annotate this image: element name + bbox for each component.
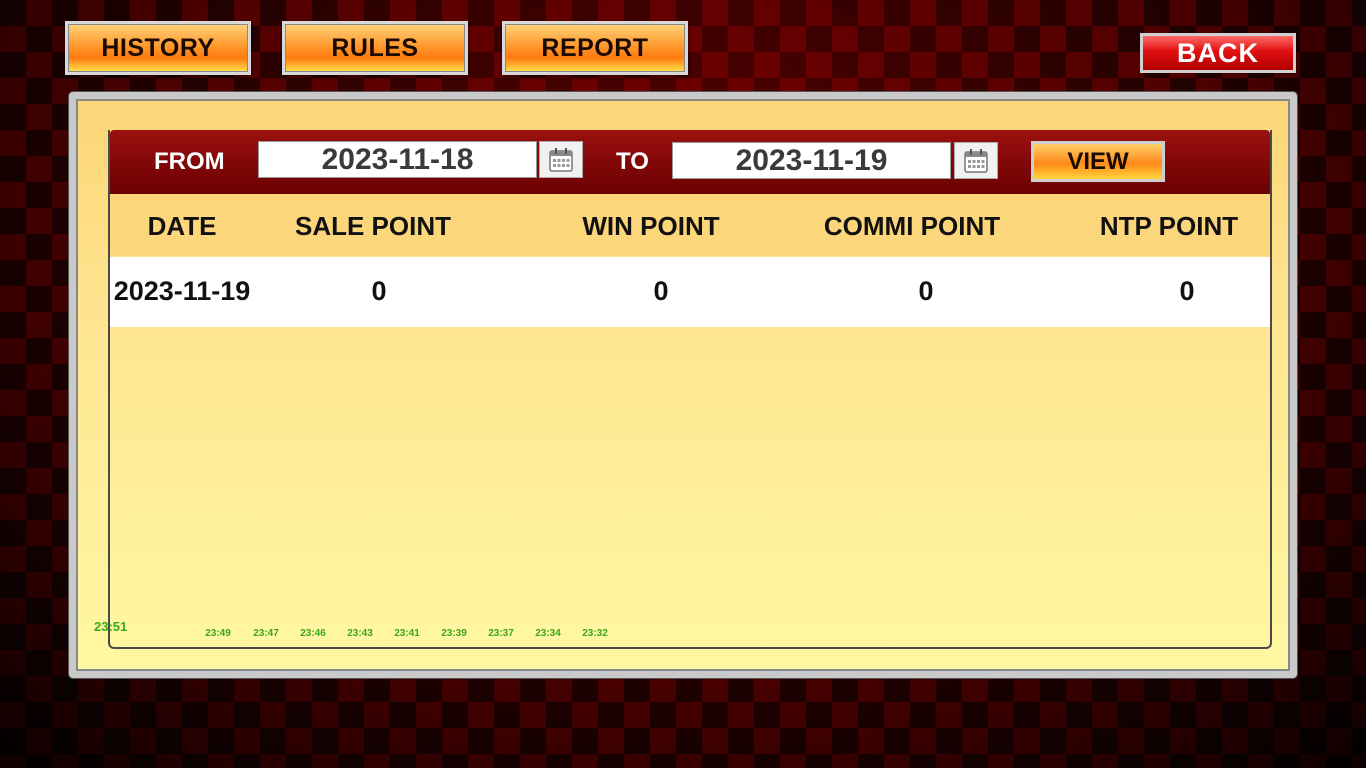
- time-tick: 23:39: [441, 628, 467, 639]
- time-tick: 23:46: [300, 628, 326, 639]
- view-button[interactable]: VIEW: [1031, 141, 1165, 182]
- date-filter-bar: FROM 2023-11-18 TO 2023-11-19 VIEW: [110, 130, 1270, 194]
- header-ntp-point: NTP POINT: [1099, 211, 1239, 241]
- time-tick: 23:43: [347, 628, 373, 639]
- table-row: 2023-11-19 0 0 0 0: [110, 257, 1270, 327]
- to-date-field[interactable]: 2023-11-19: [672, 142, 951, 179]
- cell-date: 2023-11-19: [113, 276, 251, 306]
- to-label: TO: [616, 148, 649, 175]
- header-date: DATE: [147, 211, 217, 241]
- to-calendar-icon[interactable]: [954, 142, 998, 179]
- rules-button[interactable]: RULES: [282, 21, 468, 75]
- cell-sale-point: 0: [371, 276, 387, 306]
- time-tick: 23:41: [394, 628, 420, 639]
- header-sale-point: SALE POINT: [294, 211, 452, 241]
- report-button[interactable]: REPORT: [502, 21, 688, 75]
- table-header: DATE SALE POINT WIN POINT COMMI POINT NT…: [110, 194, 1270, 256]
- time-tick: 23:47: [253, 628, 279, 639]
- cell-commi-point: 0: [918, 276, 934, 306]
- report-table-container: FROM 2023-11-18 TO 2023-11-19 VIEW DATE …: [108, 130, 1272, 649]
- current-time-label: 23:51: [94, 619, 128, 634]
- from-calendar-icon[interactable]: [539, 141, 583, 178]
- time-tick: 23:32: [582, 628, 608, 639]
- report-panel: FROM 2023-11-18 TO 2023-11-19 VIEW DATE …: [69, 92, 1297, 678]
- header-win-point: WIN POINT: [582, 211, 720, 241]
- history-button[interactable]: HISTORY: [65, 21, 251, 75]
- back-button[interactable]: BACK: [1140, 33, 1296, 73]
- header-commi-point: COMMI POINT: [823, 211, 1001, 241]
- from-date-field[interactable]: 2023-11-18: [258, 141, 537, 178]
- cell-ntp-point: 0: [1179, 276, 1195, 306]
- time-tick: 23:49: [205, 628, 231, 639]
- time-tick: 23:34: [535, 628, 561, 639]
- time-tick: 23:37: [488, 628, 514, 639]
- from-label: FROM: [154, 148, 225, 175]
- cell-win-point: 0: [653, 276, 669, 306]
